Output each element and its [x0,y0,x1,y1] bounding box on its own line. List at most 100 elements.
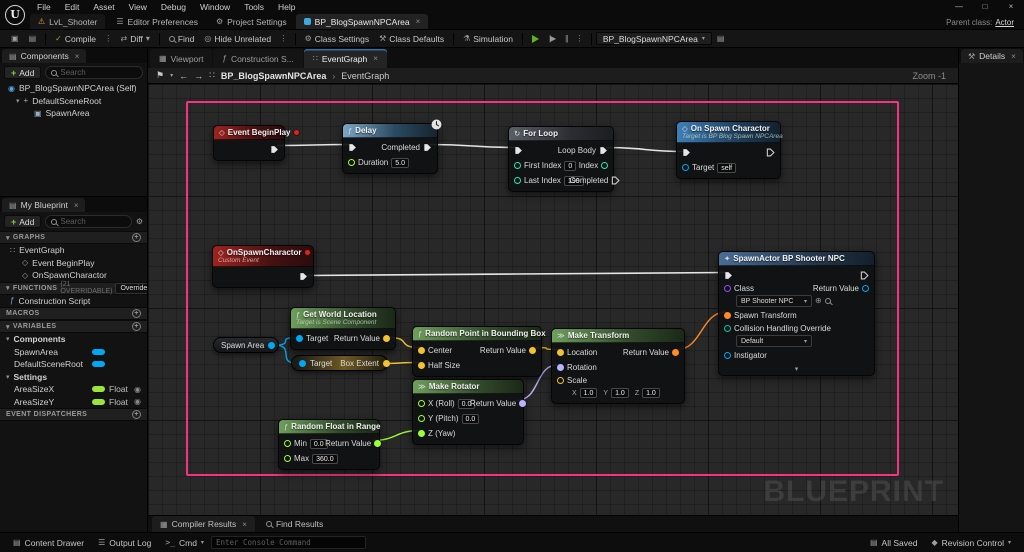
menu-debug[interactable]: Debug [154,2,193,12]
all-saved-indicator[interactable]: ▤ All Saved [863,538,924,548]
variable-areasizey[interactable]: AreaSizeY Float ◉ [0,396,147,409]
int-pin[interactable] [514,162,521,169]
exec-pin[interactable] [611,176,620,185]
pin-value-box[interactable]: 360.0 [312,454,338,464]
pin-value-box[interactable]: 0 [564,161,576,171]
breadcrumb-root[interactable]: BP_BlogSpawnNPCArea [221,71,327,81]
float-pin[interactable] [418,415,425,422]
component-spawnarea[interactable]: ▣ SpawnArea [0,107,147,120]
bookmark-icon[interactable]: ⚑ [156,70,164,81]
close-tab-icon[interactable]: × [242,520,247,529]
debug-object-selector[interactable]: BP_BlogSpawnNPCArea ▾ [596,32,712,45]
tab-compiler-results[interactable]: ▦ Compiler Results × [152,516,255,532]
vector-pin[interactable] [418,362,425,369]
node-header[interactable]: ≫Make Transform [552,329,684,343]
exec-pin[interactable] [514,146,523,155]
object-pin[interactable] [682,164,689,171]
browse-debug-asset-button[interactable]: ▤ [712,30,730,47]
node-header[interactable]: ↻For Loop [509,127,613,141]
breadcrumb-current[interactable]: EventGraph [341,71,389,81]
pin-value-box[interactable]: 1.0 [642,388,660,398]
wire-exec[interactable] [606,148,684,152]
for-loop-node[interactable]: ↻For LoopLoop BodyFirst Index0IndexLast … [508,126,614,192]
revision-control-button[interactable]: ◆ Revision Control ▾ [924,538,1018,548]
section-macros[interactable]: MACROS + [0,307,147,320]
int-pin[interactable] [601,162,608,169]
exec-pin[interactable] [860,271,869,280]
back-button[interactable]: ← [179,71,188,81]
variable-group-settings[interactable]: ▾ Settings [0,371,147,384]
event-graph-canvas[interactable]: BLUEPRINT ◇Event BeginPlayƒDelayComplete… [148,84,958,515]
expand-chevron-icon[interactable]: ▾ [719,366,874,375]
menu-edit[interactable]: Edit [58,2,87,12]
event-beginplay-node[interactable]: ◇Event BeginPlay [213,125,285,161]
make-rotator-node[interactable]: ≫Make RotatorX (Roll)0.0Return ValueY (P… [412,379,524,445]
editor-preferences-button[interactable]: ☰ Editor Preferences [107,14,207,29]
tab-blueprint-asset[interactable]: BP_BlogSpawnNPCArea × [296,14,429,29]
node-header[interactable]: ƒRandom Point in Bounding Box [413,327,541,341]
save-button[interactable]: ▣ [6,30,24,47]
graph-item-event-beginplay[interactable]: ◇ Event BeginPlay [0,257,147,270]
tab-viewport[interactable]: ▦ Viewport [150,49,212,68]
graph-item-eventgraph[interactable]: ∷ EventGraph [0,244,147,257]
menu-tools[interactable]: Tools [237,2,271,12]
pin-value-box[interactable]: self [717,163,736,173]
vector-pin[interactable] [557,377,564,384]
parent-class-link[interactable]: Actor [995,18,1014,27]
spawn-area-getter-node[interactable]: Spawn Area [213,337,279,353]
play-button[interactable] [527,30,544,47]
class-settings-button[interactable]: ⚙ Class Settings [300,30,375,47]
pin-select-dropdown[interactable]: Default▾ [736,335,812,347]
tab-components[interactable]: ▤ Components × [2,49,86,63]
chevron-down-icon[interactable]: ▾ [170,72,173,79]
rotator-pin[interactable] [557,364,564,371]
wire-exec[interactable] [430,145,516,148]
vector-pin[interactable] [529,347,536,354]
add-macro-button[interactable]: + [132,309,141,318]
exec-pin[interactable] [682,148,691,157]
menu-help[interactable]: Help [271,2,302,12]
exec-pin[interactable] [423,143,432,152]
visibility-eye-icon[interactable]: ◉ [134,385,141,394]
tab-details[interactable]: ⚒ Details × [961,49,1023,63]
section-functions[interactable]: ▾ FUNCTIONS (21 OVERRIDABLE) Override ▾ … [0,282,147,295]
close-tab-icon[interactable]: × [75,52,80,61]
get-box-extent-node[interactable]: TargetBox Extent [291,355,388,371]
hide-unrelated-kebab[interactable]: ⋮ [276,33,291,44]
on-spawn-charactor-call-node[interactable]: ◇On Spawn CharactorTarget is BP Blog Spa… [676,121,781,179]
console-command-input[interactable] [216,538,361,547]
exec-pin[interactable] [348,143,357,152]
browse-icon[interactable] [825,298,831,304]
node-header[interactable]: ƒRandom Float in Range [279,420,379,434]
components-search[interactable] [45,66,143,79]
transform-pin[interactable] [724,312,731,319]
vector-pin[interactable] [383,360,390,367]
pin-value-box[interactable]: 5.0 [391,158,409,168]
tab-construction-script[interactable]: ƒ Construction S... [213,49,302,68]
component-root[interactable]: ◉ BP_BlogSpawnNPCArea (Self) [0,82,147,95]
tab-my-blueprint[interactable]: ▤ My Blueprint × [2,198,85,212]
node-header[interactable]: ƒDelay [343,124,437,138]
play-options-kebab[interactable]: ⋮ [572,33,587,44]
float-pin[interactable] [418,430,425,437]
vector-pin[interactable] [557,349,564,356]
compile-button[interactable]: ✓ Compile [50,30,101,47]
pin-value-box[interactable]: 0.0 [462,414,480,424]
section-graphs[interactable]: ▾ GRAPHS + [0,231,147,244]
close-button[interactable]: × [998,2,1024,11]
add-event-dispatcher-button[interactable]: + [132,410,141,419]
node-header[interactable]: ◇On Spawn CharactorTarget is BP Blog Spa… [677,122,780,143]
enum-pin[interactable] [724,325,731,332]
tab-find-results[interactable]: Find Results [258,516,331,532]
variable-areasizex[interactable]: AreaSizeX Float ◉ [0,383,147,396]
close-tab-icon[interactable]: × [1011,52,1016,61]
node-header[interactable]: ≫Make Rotator [413,380,523,394]
exec-pin[interactable] [299,272,308,281]
maximize-button[interactable]: □ [972,2,998,11]
add-blueprint-item-button[interactable]: + Add [4,215,41,228]
project-settings-button[interactable]: ⚙ Project Settings [207,14,296,29]
menu-asset[interactable]: Asset [86,2,121,12]
output-log-button[interactable]: ☰ Output Log [91,533,158,552]
pin-value-box[interactable]: 1.0 [611,388,629,398]
frame-skip-button[interactable]: |▶ [544,30,560,47]
